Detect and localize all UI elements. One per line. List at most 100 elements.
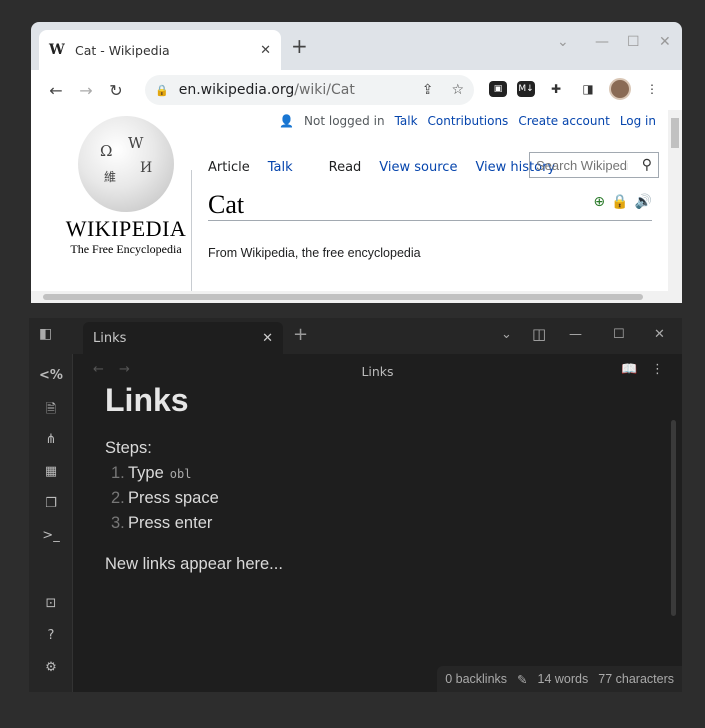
note-editor[interactable]: Links Steps: 1. Type obl 2. Press space …: [105, 382, 645, 574]
page-tabs: Article Talk Read View source View histo…: [199, 158, 564, 182]
right-sidebar-toggle-icon[interactable]: ◫: [532, 325, 546, 343]
reading-view-icon[interactable]: 📖: [621, 362, 637, 377]
tab-article[interactable]: Article: [199, 158, 259, 182]
wikipedia-wordmark: WIKIPEDIA: [65, 216, 187, 241]
terminal-icon[interactable]: >_: [29, 528, 73, 543]
vault-icon[interactable]: ⊡: [29, 596, 73, 611]
share-icon[interactable]: ⇪: [422, 82, 434, 98]
markdown-extension-icon[interactable]: M↓: [517, 81, 535, 97]
tab-close-icon[interactable]: ✕: [262, 331, 273, 346]
close-window-button[interactable]: ✕: [659, 34, 671, 50]
browser-tab-title: Cat - Wikipedia: [75, 42, 170, 58]
bookmark-star-icon[interactable]: ☆: [451, 82, 464, 98]
tab-search-chevron-icon[interactable]: ⌄: [557, 34, 569, 50]
tab-view-source[interactable]: View source: [370, 158, 466, 182]
browser-tabstrip: W Cat - Wikipedia ✕ + ⌄ — ☐ ✕: [31, 22, 682, 70]
personal-tools: 👤 Not logged in Talk Contributions Creat…: [279, 114, 656, 128]
note-tab-links[interactable]: Links ✕: [83, 322, 283, 354]
protection-lock-icon[interactable]: 🔒: [611, 194, 628, 210]
url-host: en.wikipedia.org: [178, 82, 295, 98]
new-tab-button[interactable]: +: [293, 324, 308, 345]
help-icon[interactable]: ?: [29, 628, 73, 643]
minimize-button[interactable]: —: [595, 34, 609, 50]
forward-button[interactable]: →: [71, 81, 101, 100]
character-count: 77 characters: [598, 672, 674, 686]
maximize-button[interactable]: ☐: [613, 327, 625, 342]
minimize-button[interactable]: —: [569, 327, 582, 342]
graph-icon[interactable]: ⋔: [29, 432, 73, 447]
templater-icon[interactable]: <%: [29, 368, 73, 383]
new-tab-button[interactable]: +: [291, 34, 308, 58]
browser-toolbar: ← → ↻ 🔒 en.wikipedia.org /wiki/Cat ⇪ ☆ ▣…: [31, 70, 682, 110]
file-icon[interactable]: 🗎: [29, 400, 73, 422]
extensions-area: ▣ M↓ ✚ ◨ ⋮: [489, 78, 663, 100]
tab-close-icon[interactable]: ✕: [260, 43, 271, 58]
view-header-title[interactable]: Links: [73, 364, 682, 379]
log-in-link[interactable]: Log in: [620, 114, 656, 128]
scrollbar-thumb[interactable]: [671, 118, 679, 148]
copy-icon[interactable]: ❐: [29, 496, 73, 511]
page-content: Ω W 維 И WIKIPEDIA The Free Encyclopedia …: [31, 110, 682, 303]
scrollbar-thumb[interactable]: [43, 294, 643, 300]
first-heading: Cat ⊕ 🔒 🔊: [208, 190, 652, 221]
menu-dots-icon[interactable]: ⋮: [641, 78, 663, 100]
user-icon: 👤: [279, 114, 295, 128]
sidebar-toggle-icon[interactable]: ◧: [39, 326, 59, 344]
obsidian-window: ◧ Links ✕ + ⌄ ◫ — ☐ ✕ <% 🗎 ⋔ ▦ ❐ >_ ⊡ ? …: [29, 318, 682, 692]
reload-button[interactable]: ↻: [101, 81, 131, 100]
obsidian-titlebar: ◧ Links ✕ + ⌄ ◫ — ☐ ✕: [29, 318, 682, 354]
new-links-placeholder: New links appear here...: [105, 555, 283, 573]
word-count: 14 words: [537, 672, 589, 686]
steps-label: Steps:: [105, 439, 152, 457]
backlinks-count[interactable]: 0 backlinks: [445, 672, 507, 686]
left-ribbon: <% 🗎 ⋔ ▦ ❐ >_ ⊡ ? ⚙: [29, 354, 73, 692]
search-icon[interactable]: ⚲: [642, 157, 652, 173]
edit-mode-icon[interactable]: ✎: [517, 672, 527, 687]
close-window-button[interactable]: ✕: [654, 327, 665, 342]
address-bar[interactable]: 🔒 en.wikipedia.org /wiki/Cat ⇪ ☆: [145, 75, 474, 105]
status-bar: 0 backlinks ✎ 14 words 77 characters: [437, 666, 682, 692]
page-title: Cat: [208, 190, 245, 219]
divider: [191, 170, 192, 303]
page-indicators: ⊕ 🔒 🔊: [593, 194, 652, 210]
wikipedia-search-input[interactable]: [536, 157, 628, 173]
side-panel-icon[interactable]: ◨: [577, 78, 599, 100]
url-path: /wiki/Cat: [294, 82, 355, 98]
site-sub: From Wikipedia, the free encyclopedia: [208, 246, 421, 260]
tab-read[interactable]: Read: [320, 158, 371, 182]
extension-icon[interactable]: ▣: [489, 81, 507, 97]
wikipedia-logo[interactable]: Ω W 維 И WIKIPEDIA The Free Encyclopedia: [51, 116, 201, 257]
profile-avatar[interactable]: [609, 78, 631, 100]
tab-list-chevron-icon[interactable]: ⌄: [501, 327, 512, 342]
not-logged-in-text: Not logged in: [304, 114, 385, 128]
list-item: 3. Press enter: [111, 514, 213, 532]
good-article-icon[interactable]: ⊕: [593, 194, 605, 210]
steps-list: 1. Type obl 2. Press space 3. Press ente…: [105, 464, 645, 533]
talk-link[interactable]: Talk: [395, 114, 418, 128]
browser-window: W Cat - Wikipedia ✕ + ⌄ — ☐ ✕ ← → ↻ 🔒 en…: [31, 22, 682, 303]
create-account-link[interactable]: Create account: [518, 114, 610, 128]
contributions-link[interactable]: Contributions: [428, 114, 509, 128]
browser-tab-cat[interactable]: W Cat - Wikipedia ✕: [39, 30, 281, 70]
maximize-button[interactable]: ☐: [627, 34, 640, 50]
listen-audio-icon[interactable]: 🔊: [635, 194, 652, 210]
horizontal-scrollbar[interactable]: [31, 291, 668, 303]
wikipedia-search-box: ⚲: [529, 152, 659, 178]
list-item: 1. Type obl: [105, 464, 645, 483]
editor-scrollbar[interactable]: [671, 420, 676, 616]
settings-gear-icon[interactable]: ⚙: [29, 660, 73, 675]
tab-talk[interactable]: Talk: [259, 158, 302, 182]
calendar-icon[interactable]: ▦: [29, 464, 73, 479]
wikipedia-favicon-icon: W: [49, 42, 65, 58]
puzzle-globe-icon: Ω W 維 И: [78, 116, 174, 212]
lock-icon: 🔒: [155, 83, 169, 97]
back-button[interactable]: ←: [41, 81, 71, 100]
more-options-icon[interactable]: ⋮: [651, 362, 664, 377]
vertical-scrollbar[interactable]: [668, 110, 682, 303]
inline-code: obl: [169, 467, 192, 481]
wikipedia-tagline: The Free Encyclopedia: [70, 242, 182, 256]
note-title: Links: [105, 382, 189, 418]
note-tab-title: Links: [93, 330, 127, 346]
list-item: 2. Press space: [111, 489, 219, 507]
puzzle-icon[interactable]: ✚: [545, 78, 567, 100]
